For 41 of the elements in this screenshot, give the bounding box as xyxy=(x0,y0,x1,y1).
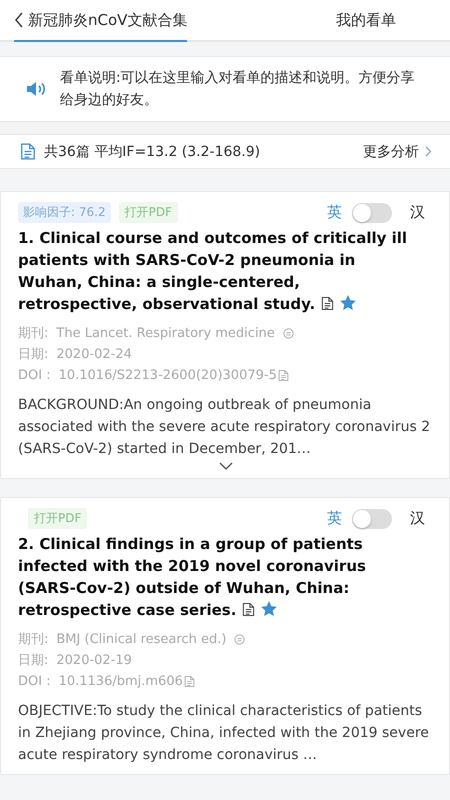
english-label: 英 xyxy=(327,203,342,222)
doi-label: DOI : xyxy=(18,673,51,691)
impact-factor-tag: 影响因子: 76.2 xyxy=(18,202,111,223)
date-label: 日期: xyxy=(18,652,48,670)
abstract-text: BACKGROUND:An ongoing outbreak of pneumonia associated with the severe acute respiratory coronavirus 2 (SARS-CoV-2) started in December, 201… xyxy=(18,396,432,459)
tab[interactable]: 我的看单 xyxy=(336,0,396,42)
journal-name: BMJ (Clinical research ed.) xyxy=(56,631,226,649)
document-icon xyxy=(321,296,334,311)
speaker-icon xyxy=(26,79,48,99)
chinese-label: 汉 xyxy=(410,509,425,528)
chevron-down-icon[interactable] xyxy=(218,462,232,470)
doi-label: DOI : xyxy=(18,367,51,385)
journal-label: 期刊: xyxy=(18,325,48,343)
description-text: 看单说明:可以在这里输入对看单的描述和说明。方便分享给身边的好友。 xyxy=(60,69,416,110)
article-title[interactable]: 1. Clinical course and outcomes of critically ill patients with SARS-CoV-2 pneumonia in Wuhan, China: a single-centered, retrospective, observational study. xyxy=(18,227,433,315)
back-icon[interactable] xyxy=(14,12,24,28)
star-icon[interactable] xyxy=(340,295,356,311)
translate-toggle[interactable] xyxy=(352,202,392,222)
chinese-label: 汉 xyxy=(410,203,425,222)
doi-value: 10.1016/S2213-2600(20)30079-5 xyxy=(58,367,277,385)
date-label: 日期: xyxy=(18,346,48,364)
comment-icon xyxy=(234,633,246,646)
doi-value: 10.1136/bmj.m606 xyxy=(58,673,183,691)
document-icon xyxy=(20,142,36,161)
document-icon xyxy=(184,675,195,688)
english-label: 英 xyxy=(327,509,342,528)
abstract-text: OBJECTIVE:To study the clinical characteristics of patients in Zhejiang province, China, infected with the 2019 severe acute respiratory syndrome coronavirus … xyxy=(18,702,430,765)
more-analysis-link[interactable]: 更多分析 xyxy=(363,142,432,160)
journal-label: 期刊: xyxy=(18,631,48,649)
article-title[interactable]: 2. Clinical findings in a group of patients infected with the 2019 novel coronavirus (SARS-Cov-2) outside of Wuhan, China: retrospective case series. xyxy=(18,533,433,621)
document-icon xyxy=(242,602,256,617)
summary-text: 共36篇 平均IF=13.2 (3.2-168.9) xyxy=(44,142,260,160)
document-icon xyxy=(278,369,289,382)
translate-toggle[interactable] xyxy=(352,508,392,528)
comment-icon xyxy=(282,327,294,340)
chevron-right-icon xyxy=(425,146,432,157)
date-value: 2020-02-19 xyxy=(56,652,132,670)
tab[interactable]: 新冠肺炎nCoV文献合集 xyxy=(14,0,188,42)
date-value: 2020-02-24 xyxy=(56,346,132,364)
journal-name: The Lancet. Respiratory medicine xyxy=(56,325,275,343)
star-icon[interactable] xyxy=(261,601,278,617)
